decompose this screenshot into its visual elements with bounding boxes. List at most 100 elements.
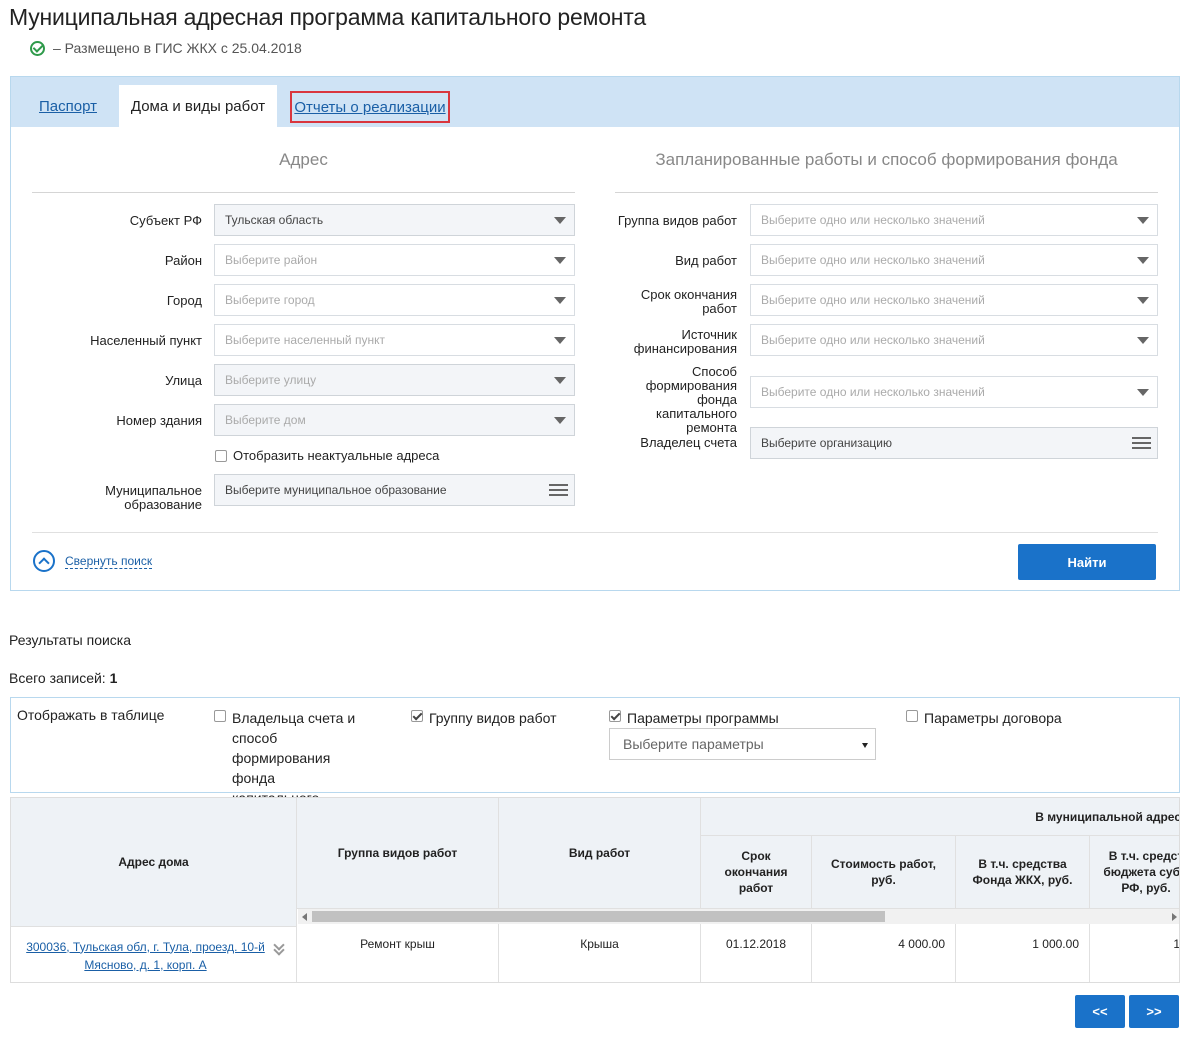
display-label: Отображать в таблице <box>17 707 165 723</box>
list-menu-icon[interactable] <box>549 484 568 497</box>
find-button[interactable]: Найти <box>1018 544 1156 580</box>
address-divider <box>32 192 575 193</box>
option-contract-params-label: Параметры договора <box>924 710 1062 726</box>
scroll-left-icon[interactable] <box>302 913 307 921</box>
street-select[interactable]: Выберите улицу <box>214 364 575 396</box>
contract-params-checkbox[interactable] <box>906 710 918 722</box>
account-owner-checkbox[interactable] <box>214 710 226 722</box>
deadline-placeholder: Выберите одно или несколько значений <box>761 293 985 307</box>
chevron-up-circle-icon[interactable] <box>33 550 55 572</box>
header-fund[interactable]: В т.ч. средства Фонда ЖКХ, руб. <box>956 836 1090 909</box>
house-placeholder: Выберите дом <box>225 413 306 427</box>
total-value: 1 <box>109 670 118 686</box>
dropdown-arrow-icon <box>1137 217 1149 224</box>
locality-select[interactable]: Выберите населенный пункт <box>214 324 575 356</box>
dropdown-arrow-icon <box>554 417 566 424</box>
show-inactive-option[interactable]: Отобразить неактуальные адреса <box>215 448 439 463</box>
dropdown-arrow-icon <box>554 297 566 304</box>
house-select[interactable]: Выберите дом <box>214 404 575 436</box>
option-work-group[interactable]: Группу видов работ <box>411 708 557 728</box>
deadline-select[interactable]: Выберите одно или несколько значений <box>750 284 1158 316</box>
subject-select[interactable]: Тульская область <box>214 204 575 236</box>
funding-source-label: Источник финансирования <box>633 327 737 356</box>
subject-value: Тульская область <box>225 213 324 227</box>
city-placeholder: Выберите город <box>225 293 315 307</box>
header-cost[interactable]: Стоимость работ, руб. <box>812 836 956 909</box>
header-address[interactable]: Адрес дома <box>11 798 297 926</box>
account-owner-label: Владелец счета <box>640 435 737 450</box>
total-records: Всего записей: 1 <box>9 670 117 686</box>
municipality-select[interactable]: Выберите муниципальное образование <box>214 474 575 506</box>
header-work-group[interactable]: Группа видов работ <box>297 798 499 909</box>
tab-reports[interactable]: Отчеты о реализации <box>290 91 450 123</box>
fund-method-select[interactable]: Выберите одно или несколько значений <box>750 376 1158 408</box>
show-inactive-checkbox[interactable] <box>215 449 227 462</box>
municipality-label: Муниципальное образование <box>105 483 202 512</box>
dropdown-arrow-icon <box>862 743 868 748</box>
locality-placeholder: Выберите населенный пункт <box>225 333 385 347</box>
dropdown-arrow-icon <box>554 257 566 264</box>
tab-bar: Паспорт Дома и виды работ Отчеты о реали… <box>11 77 1179 127</box>
cell-cost: 4 000.00 <box>812 924 956 982</box>
display-options: Отображать в таблице Владельца счета и с… <box>10 697 1180 826</box>
deadline-label: Срок окончания работ <box>640 287 737 316</box>
account-owner-placeholder: Выберите организацию <box>761 436 893 450</box>
collapse-search-link[interactable]: Свернуть поиск <box>65 554 153 569</box>
works-section-title: Запланированные работы и способ формиров… <box>655 150 1118 169</box>
check-circle-icon <box>30 40 45 56</box>
district-select[interactable]: Выберите район <box>214 244 575 276</box>
program-params-checkbox[interactable] <box>609 710 621 722</box>
work-type-select[interactable]: Выберите одно или несколько значений <box>750 244 1158 276</box>
header-work-type[interactable]: Вид работ <box>499 798 701 909</box>
expand-chevron-icon[interactable] <box>273 939 285 958</box>
page-title: Муниципальная адресная программа капитал… <box>9 4 646 30</box>
city-select[interactable]: Выберите город <box>214 284 575 316</box>
option-work-group-label: Группу видов работ <box>429 710 557 726</box>
district-label: Район <box>164 253 202 268</box>
locality-label: Населенный пункт <box>90 333 202 348</box>
option-program-params[interactable]: Параметры программы <box>609 708 779 728</box>
tab-houses-and-works[interactable]: Дома и виды работ <box>119 85 277 127</box>
cell-fund: 1 000.00 <box>956 924 1090 982</box>
scroll-right-icon[interactable] <box>1172 913 1177 921</box>
list-menu-icon[interactable] <box>1132 437 1151 450</box>
params-placeholder: Выберите параметры <box>623 736 764 752</box>
work-group-checkbox[interactable] <box>411 710 423 722</box>
address-section-title: Адрес <box>279 150 328 169</box>
collapse-search[interactable]: Свернуть поиск <box>33 550 153 572</box>
account-owner-select[interactable]: Выберите организацию <box>750 427 1158 459</box>
search-panel: Паспорт Дома и виды работ Отчеты о реали… <box>10 76 1180 591</box>
results-table: Адрес дома Группа видов работ Вид работ … <box>10 797 1180 983</box>
header-subject-budget[interactable]: В т.ч. средст бюджета субъ РФ, руб. <box>1090 836 1179 909</box>
fund-method-placeholder: Выберите одно или несколько значений <box>761 385 985 399</box>
address-link[interactable]: 300036, Тульская обл, г. Тула, проезд. 1… <box>25 938 266 974</box>
results-title: Результаты поиска <box>9 632 132 648</box>
header-in-program: В муниципальной адрес <box>701 798 1179 836</box>
params-select[interactable]: Выберите параметры <box>609 728 876 760</box>
funding-source-placeholder: Выберите одно или несколько значений <box>761 333 985 347</box>
work-group-select[interactable]: Выберите одно или несколько значений <box>750 204 1158 236</box>
dropdown-arrow-icon <box>554 337 566 344</box>
dropdown-arrow-icon <box>1137 389 1149 396</box>
show-inactive-label: Отобразить неактуальные адреса <box>233 448 440 463</box>
fund-method-label: Способ формирования фонда капитального р… <box>645 364 737 435</box>
street-label: Улица <box>165 373 202 388</box>
tab-passport[interactable]: Паспорт <box>39 85 97 127</box>
panel-divider <box>32 532 1158 533</box>
cell-deadline: 01.12.2018 <box>701 924 812 982</box>
next-page-button[interactable]: >> <box>1129 995 1179 1028</box>
publish-status-text: – Размещено в ГИС ЖКХ с 25.04.2018 <box>53 40 302 56</box>
option-contract-params[interactable]: Параметры договора <box>906 708 1062 728</box>
dropdown-arrow-icon <box>1137 297 1149 304</box>
funding-source-select[interactable]: Выберите одно или несколько значений <box>750 324 1158 356</box>
house-label: Номер здания <box>116 413 202 428</box>
prev-page-button[interactable]: << <box>1075 995 1125 1028</box>
dropdown-arrow-icon <box>1137 337 1149 344</box>
subject-label: Субъект РФ <box>129 213 202 228</box>
header-deadline[interactable]: Срок окончания работ <box>701 836 812 909</box>
option-program-params-label: Параметры программы <box>627 710 779 726</box>
cell-address: 300036, Тульская обл, г. Тула, проезд. 1… <box>11 926 297 982</box>
horizontal-scrollbar[interactable] <box>298 909 1179 924</box>
scrollbar-thumb[interactable] <box>312 911 885 922</box>
district-placeholder: Выберите район <box>225 253 318 267</box>
